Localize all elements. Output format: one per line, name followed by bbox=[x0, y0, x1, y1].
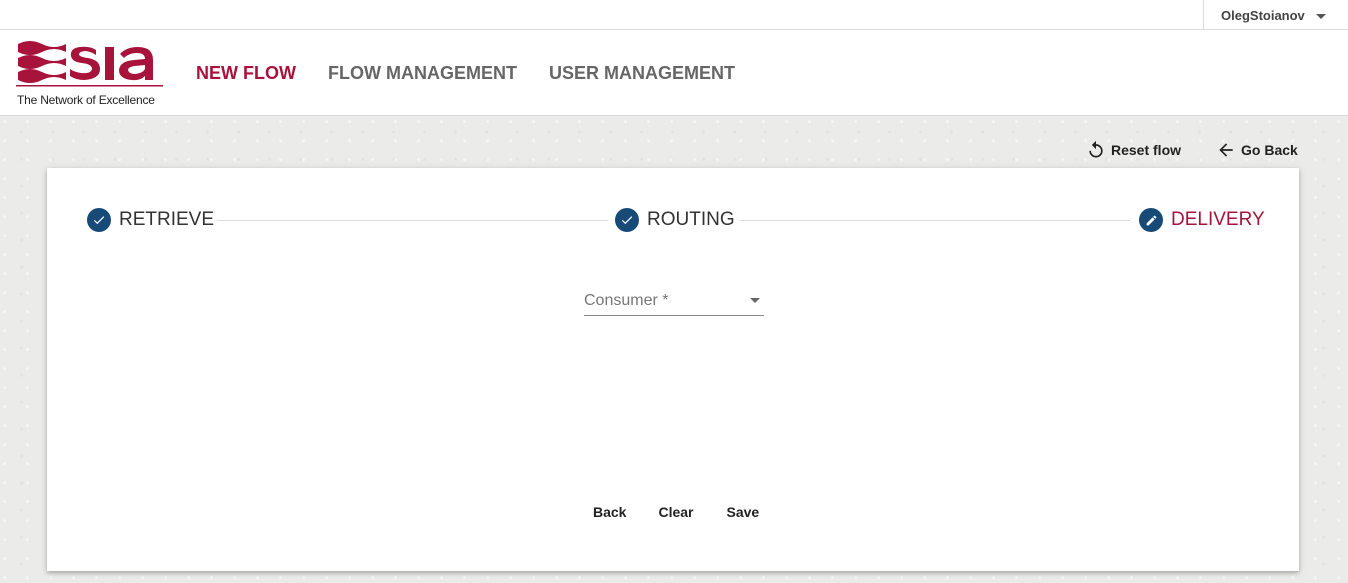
pencil-icon bbox=[1139, 208, 1163, 232]
go-back-button[interactable]: Go Back bbox=[1216, 140, 1298, 160]
logo-tagline: The Network of Excellence bbox=[17, 93, 155, 107]
nav-user-management[interactable]: USER MANAGEMENT bbox=[549, 63, 735, 84]
step-connector bbox=[217, 220, 608, 221]
check-icon bbox=[87, 208, 111, 232]
go-back-label: Go Back bbox=[1241, 142, 1298, 158]
check-icon bbox=[615, 208, 639, 232]
step-delivery[interactable]: DELIVERY bbox=[1139, 208, 1265, 232]
reset-flow-button[interactable]: Reset flow bbox=[1086, 140, 1181, 160]
step-label: ROUTING bbox=[647, 209, 735, 230]
step-label: DELIVERY bbox=[1171, 209, 1265, 230]
reset-flow-label: Reset flow bbox=[1111, 142, 1182, 158]
step-routing[interactable]: ROUTING bbox=[615, 208, 735, 232]
consumer-placeholder: Consumer * bbox=[584, 292, 669, 309]
user-menu[interactable]: OlegStoianov bbox=[1203, 0, 1348, 30]
chevron-down-icon bbox=[1315, 13, 1326, 19]
back-button[interactable]: Back bbox=[593, 504, 626, 520]
nav-new-flow[interactable]: NEW FLOW bbox=[196, 63, 296, 84]
sia-logo[interactable]: The Network of Excellence bbox=[16, 38, 166, 108]
header: The Network of Excellence NEW FLOW FLOW … bbox=[0, 30, 1348, 116]
clear-button[interactable]: Clear bbox=[658, 504, 693, 520]
main-nav: NEW FLOW FLOW MANAGEMENT USER MANAGEMENT bbox=[196, 63, 767, 84]
arrow-left-icon bbox=[1219, 143, 1233, 157]
flow-card: RETRIEVE ROUTING DELIVERY Consumer * Bac… bbox=[47, 168, 1299, 571]
flow-actions: Reset flow Go Back bbox=[1086, 140, 1298, 160]
step-retrieve[interactable]: RETRIEVE bbox=[87, 208, 214, 232]
chevron-down-icon bbox=[750, 298, 760, 303]
username: OlegStoianov bbox=[1221, 7, 1305, 23]
form-buttons: Back Clear Save bbox=[593, 504, 791, 520]
step-label: RETRIEVE bbox=[119, 209, 215, 230]
consumer-select[interactable]: Consumer * bbox=[584, 288, 764, 316]
top-bar: OlegStoianov bbox=[0, 0, 1348, 30]
sia-logo-icon bbox=[16, 41, 163, 87]
step-connector bbox=[740, 220, 1130, 221]
save-button[interactable]: Save bbox=[727, 504, 760, 520]
nav-flow-management[interactable]: FLOW MANAGEMENT bbox=[328, 63, 517, 84]
reset-icon bbox=[1089, 140, 1103, 158]
